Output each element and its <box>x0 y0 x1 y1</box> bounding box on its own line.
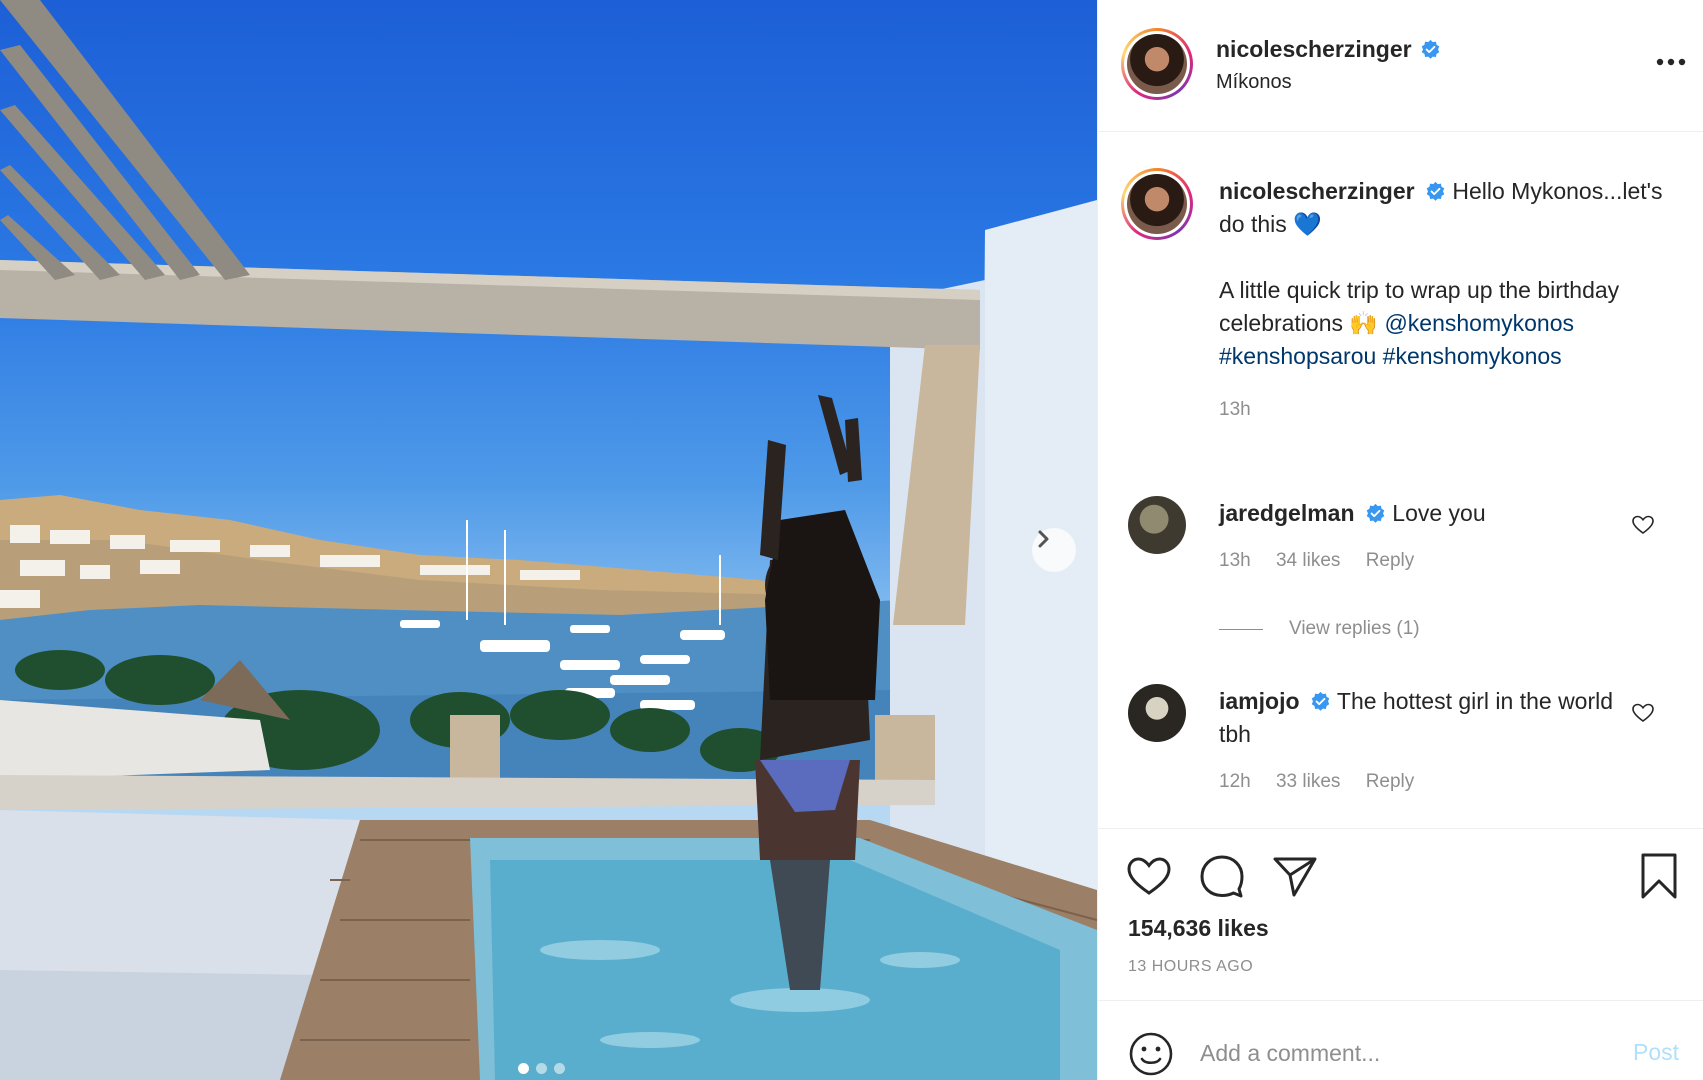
post-comment-button[interactable]: Post <box>1633 1039 1679 1066</box>
carousel-dots <box>518 1063 565 1074</box>
view-replies-line <box>1219 628 1263 630</box>
author-name-row: nicolescherzinger <box>1216 36 1441 63</box>
caption-avatar[interactable] <box>1121 168 1193 240</box>
comment-avatar[interactable] <box>1128 496 1186 554</box>
carousel-dot-3 <box>554 1063 565 1074</box>
comment-input[interactable] <box>1200 1033 1580 1073</box>
chevron-right-icon <box>1038 530 1049 548</box>
author-avatar[interactable] <box>1121 28 1193 100</box>
caption-username[interactable]: nicolescherzinger <box>1219 178 1415 204</box>
comment-likes[interactable]: 34 likes <box>1276 550 1340 571</box>
photo-scene <box>0 0 1097 1080</box>
add-comment-bar: Post <box>1098 1000 1703 1080</box>
comment-username[interactable]: jaredgelman <box>1219 500 1355 526</box>
more-options-icon[interactable] <box>1652 52 1692 72</box>
reply-button[interactable]: Reply <box>1366 771 1415 792</box>
smiley-icon[interactable] <box>1128 1031 1174 1077</box>
author-username[interactable]: nicolescherzinger <box>1216 36 1412 62</box>
paper-plane-icon[interactable] <box>1270 851 1320 901</box>
like-comment-heart-icon[interactable] <box>1631 513 1655 537</box>
comment-likes[interactable]: 33 likes <box>1276 771 1340 792</box>
comment-text: Love you <box>1392 500 1486 526</box>
post-photo[interactable] <box>0 0 1097 1080</box>
comment-icon[interactable] <box>1197 851 1247 901</box>
post-header: nicolescherzinger Míkonos <box>1098 0 1703 132</box>
view-replies-label: View replies (1) <box>1289 618 1420 639</box>
verified-badge-icon <box>1421 39 1440 59</box>
post-location[interactable]: Míkonos <box>1216 71 1292 94</box>
bookmark-icon[interactable] <box>1634 851 1684 901</box>
verified-badge-icon <box>1366 503 1385 523</box>
comment-item: jaredgelman Love you 13h 34 likes Reply <box>1219 497 1619 577</box>
carousel-dot-1 <box>518 1063 529 1074</box>
post-caption: nicolescherzinger Hello Mykonos...let's … <box>1219 175 1679 426</box>
verified-badge-icon <box>1426 181 1445 201</box>
action-bar: 154,636 likes 13 HOURS AGO <box>1098 828 1703 1000</box>
comment-username[interactable]: iamjojo <box>1219 688 1300 714</box>
next-photo-button[interactable] <box>1032 528 1076 572</box>
comment-item: iamjojo The hottest girl in the world tb… <box>1219 685 1619 798</box>
caption-time: 13h <box>1219 399 1251 420</box>
blue-heart-emoji: 💙 <box>1293 211 1322 237</box>
like-comment-heart-icon[interactable] <box>1631 701 1655 725</box>
comment-time: 12h <box>1219 771 1251 792</box>
view-replies-button[interactable]: View replies (1) <box>1219 618 1420 640</box>
raised-hands-emoji: 🙌 <box>1349 310 1379 336</box>
comment-time: 13h <box>1219 550 1251 571</box>
post-timestamp: 13 HOURS AGO <box>1128 958 1254 975</box>
reply-button[interactable]: Reply <box>1366 550 1415 571</box>
comment-avatar[interactable] <box>1128 684 1186 742</box>
likes-count[interactable]: 154,636 likes <box>1128 915 1269 942</box>
carousel-dot-2 <box>536 1063 547 1074</box>
heart-icon[interactable] <box>1124 851 1174 901</box>
post-sidebar: nicolescherzinger Míkonos nicolescherzin… <box>1097 0 1703 1080</box>
verified-badge-icon <box>1311 691 1330 711</box>
